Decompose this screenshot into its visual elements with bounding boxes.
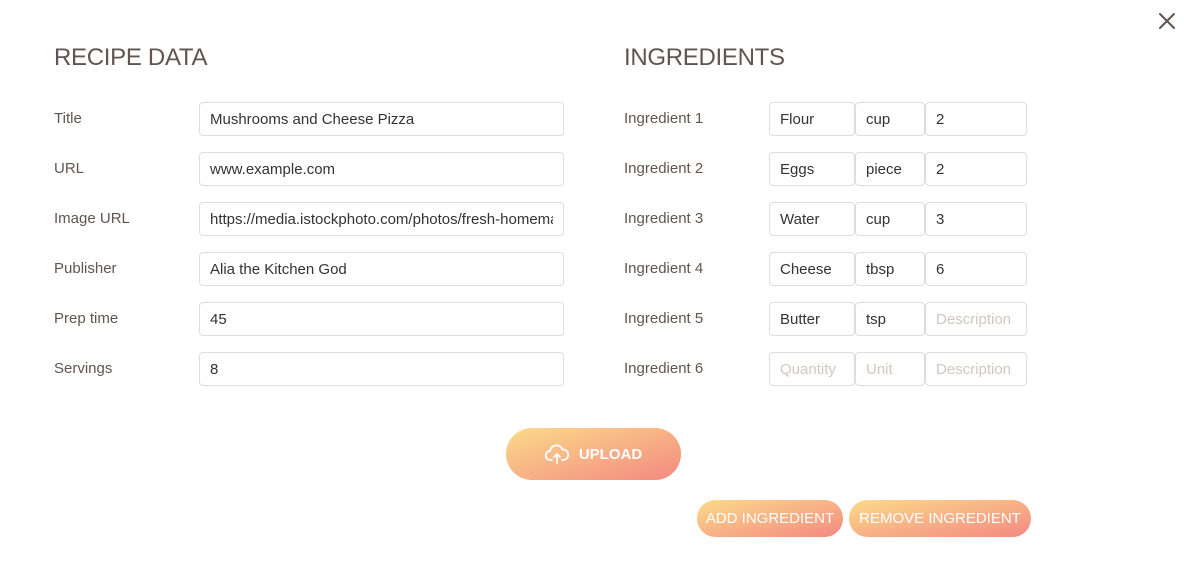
title-input[interactable] [199, 102, 564, 136]
remove-ingredient-button[interactable]: REMOVE INGREDIENT [849, 500, 1031, 537]
ingredient-2-description-input[interactable] [925, 152, 1027, 186]
ingredients-heading: INGREDIENTS [624, 44, 785, 71]
ingredient-1-label: Ingredient 1 [624, 110, 704, 127]
ingredient-6-quantity-input[interactable] [769, 352, 855, 386]
title-label: Title [54, 110, 82, 127]
ingredient-5-unit-input[interactable] [855, 302, 925, 336]
ingredient-4-quantity-input[interactable] [769, 252, 855, 286]
url-input[interactable] [199, 152, 564, 186]
ingredient-1-unit-input[interactable] [855, 102, 925, 136]
image-url-label: Image URL [54, 210, 130, 227]
ingredient-6-label: Ingredient 6 [624, 360, 704, 377]
servings-input[interactable] [199, 352, 564, 386]
ingredient-3-description-input[interactable] [925, 202, 1027, 236]
ingredient-5-label: Ingredient 5 [624, 310, 704, 327]
publisher-input[interactable] [199, 252, 564, 286]
ingredient-3-label: Ingredient 3 [624, 210, 704, 227]
ingredient-2-label: Ingredient 2 [624, 160, 704, 177]
ingredient-2-unit-input[interactable] [855, 152, 925, 186]
add-ingredient-label: ADD INGREDIENT [705, 510, 835, 527]
close-button[interactable] [1154, 8, 1180, 34]
ingredient-4-description-input[interactable] [925, 252, 1027, 286]
remove-ingredient-label: REMOVE INGREDIENT [859, 510, 1021, 527]
ingredient-2-quantity-input[interactable] [769, 152, 855, 186]
ingredient-4-unit-input[interactable] [855, 252, 925, 286]
add-ingredient-button[interactable]: ADD INGREDIENT [697, 500, 843, 537]
close-icon [1159, 13, 1175, 29]
url-label: URL [54, 160, 85, 177]
ingredient-3-unit-input[interactable] [855, 202, 925, 236]
upload-button-label: UPLOAD [578, 445, 643, 463]
publisher-label: Publisher [54, 260, 117, 277]
ingredient-3-quantity-input[interactable] [769, 202, 855, 236]
ingredient-6-description-input[interactable] [925, 352, 1027, 386]
image-url-input[interactable] [199, 202, 564, 236]
prep-time-label: Prep time [54, 310, 119, 327]
ingredient-1-quantity-input[interactable] [769, 102, 855, 136]
ingredient-5-quantity-input[interactable] [769, 302, 855, 336]
ingredient-1-description-input[interactable] [925, 102, 1027, 136]
upload-button[interactable]: UPLOAD [506, 428, 681, 480]
servings-label: Servings [54, 360, 113, 377]
ingredient-5-description-input[interactable] [925, 302, 1027, 336]
prep-time-input[interactable] [199, 302, 564, 336]
cloud-upload-icon [544, 444, 569, 464]
recipe-data-heading: RECIPE DATA [54, 44, 208, 71]
ingredient-4-label: Ingredient 4 [624, 260, 704, 277]
ingredient-6-unit-input[interactable] [855, 352, 925, 386]
